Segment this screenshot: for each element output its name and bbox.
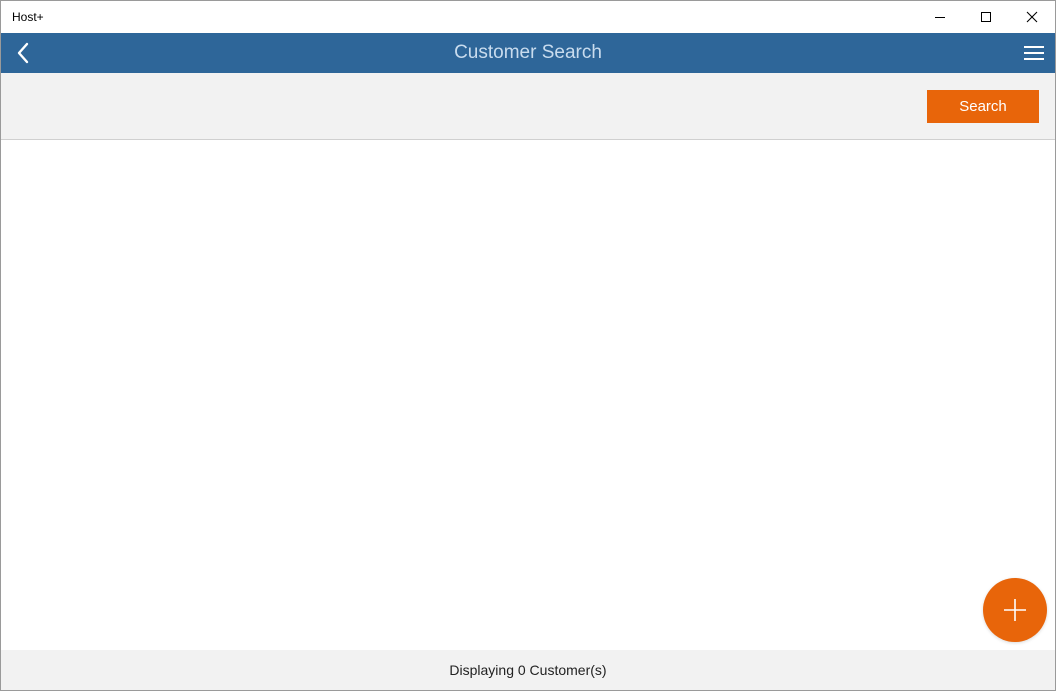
plus-icon	[1004, 599, 1026, 621]
page-title: Customer Search	[454, 42, 602, 63]
menu-button[interactable]	[1017, 37, 1051, 69]
close-button[interactable]	[1009, 1, 1055, 33]
app-header: Customer Search	[1, 33, 1055, 73]
minimize-icon	[935, 17, 945, 18]
status-bar: Displaying 0 Customer(s)	[1, 650, 1055, 690]
status-text: Displaying 0 Customer(s)	[449, 662, 607, 678]
chevron-left-icon	[17, 42, 29, 64]
hamburger-menu-icon	[1024, 46, 1044, 60]
add-customer-button[interactable]	[983, 578, 1047, 642]
app-window: Host+ Customer Search Search Displaying …	[0, 0, 1056, 691]
minimize-button[interactable]	[917, 1, 963, 33]
search-button[interactable]: Search	[927, 90, 1039, 123]
title-bar: Host+	[1, 1, 1055, 33]
customer-results-list[interactable]	[1, 140, 1055, 650]
window-title: Host+	[12, 10, 44, 24]
maximize-icon	[981, 12, 991, 22]
maximize-button[interactable]	[963, 1, 1009, 33]
back-button[interactable]	[7, 37, 39, 69]
close-icon	[1026, 11, 1038, 23]
search-toolbar: Search	[1, 73, 1055, 140]
